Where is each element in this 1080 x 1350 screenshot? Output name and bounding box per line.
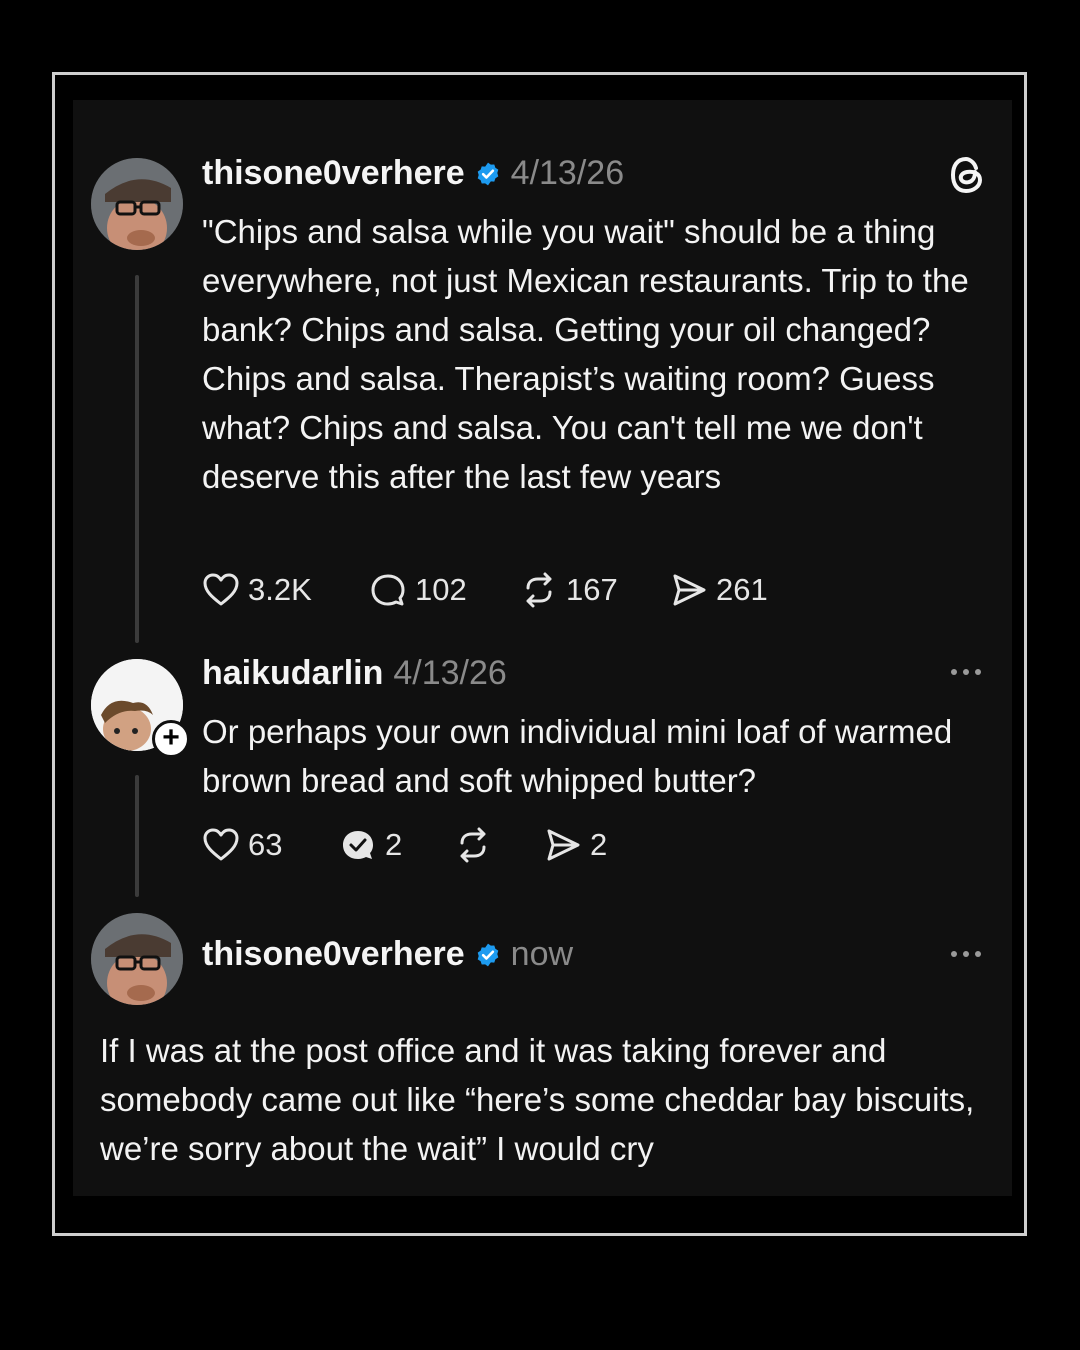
repost-button[interactable] [454,827,544,863]
post-time: now [510,935,574,973]
post-time: 4/13/26 [393,654,507,692]
share-count: 2 [590,827,608,862]
avatar-image [91,913,183,1005]
post-text: "Chips and salsa while you wait" should … [202,213,969,495]
share-count: 261 [716,572,768,607]
reply-button[interactable]: 102 [369,572,520,608]
repost-icon [460,827,486,863]
share-send-icon [547,829,580,861]
thread-connector-line [135,275,139,643]
post-text: Or perhaps your own individual mini loaf… [202,713,953,799]
share-button[interactable]: 261 [670,572,768,608]
more-options-icon[interactable] [951,669,981,675]
username[interactable]: thisone0verhere [202,154,465,193]
follow-plus-icon[interactable]: + [152,720,190,758]
post-header: thisone0verhere now [202,935,573,974]
repost-button[interactable]: 167 [520,572,670,608]
reply-count: 2 [385,827,403,862]
heart-icon [203,573,239,606]
share-button[interactable]: 2 [544,827,607,863]
post-actions: 3.2K 102 167 261 [202,572,768,608]
post-text: If I was at the post office and it was t… [100,1032,975,1167]
post-actions: 63 2 2 [202,827,607,863]
reply-button[interactable]: 2 [339,827,454,863]
like-button[interactable]: 63 [202,827,339,863]
threads-logo-icon[interactable] [949,156,985,194]
post-header: thisone0verhere 4/13/26 [202,154,624,193]
like-count: 63 [248,827,283,862]
share-send-icon [673,574,706,606]
like-count: 3.2K [248,572,312,607]
like-button[interactable]: 3.2K [202,572,369,608]
post-header: haikudarlin 4/13/26 [202,654,507,693]
verified-badge-icon [477,162,498,185]
thread-card: thisone0verhere 4/13/26 "Chips and salsa… [73,100,1012,1196]
heart-icon [203,828,239,861]
avatar-post-1[interactable] [91,158,183,250]
avatar-post-3[interactable] [91,913,183,1005]
username[interactable]: thisone0verhere [202,935,465,974]
post-time: 4/13/26 [510,154,625,192]
more-options-icon[interactable] [951,951,981,957]
thread-connector-line [135,775,139,897]
verified-badge-icon [477,943,498,966]
reply-count: 102 [415,572,467,607]
repost-count: 167 [566,572,618,607]
replied-check-bubble-icon [343,831,373,859]
repost-icon [526,572,552,608]
avatar-image [91,158,183,250]
username[interactable]: haikudarlin [202,654,383,693]
reply-bubble-icon [371,574,405,606]
